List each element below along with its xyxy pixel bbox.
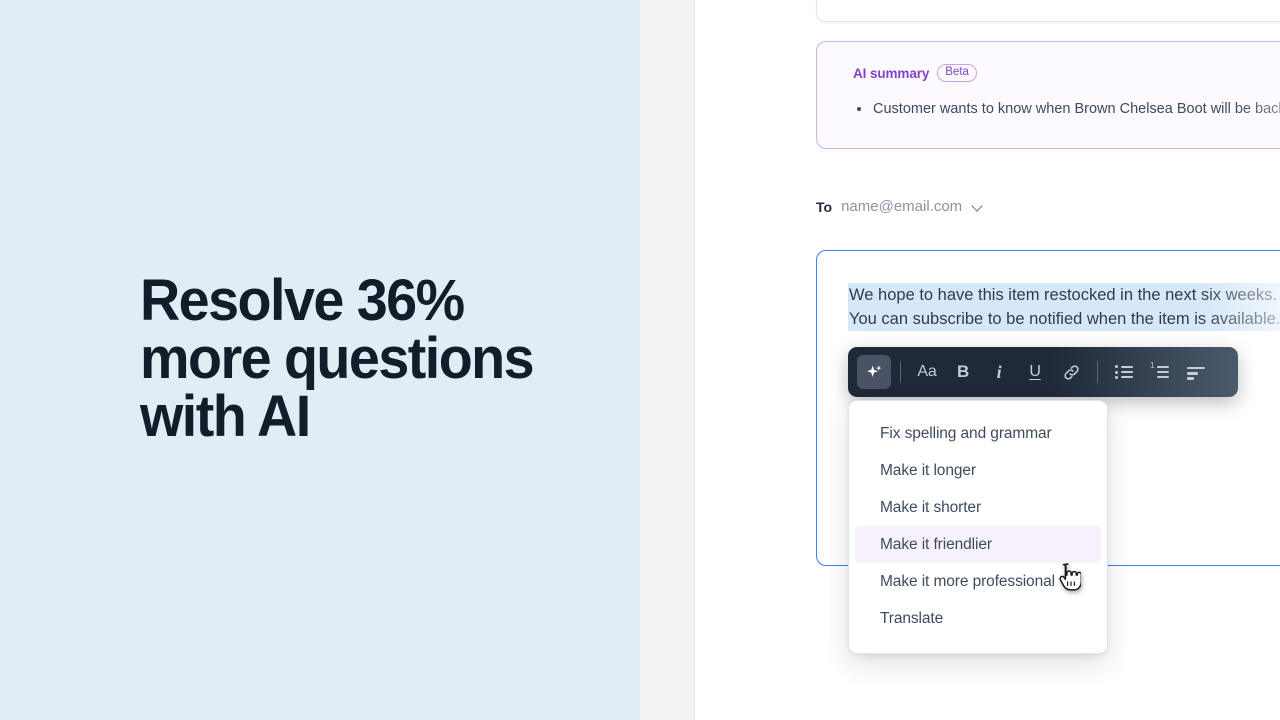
italic-icon: i: [996, 361, 1002, 382]
page-title: Resolve 36% more questions with AI: [140, 272, 562, 446]
menu-item-fix-spelling[interactable]: Fix spelling and grammar: [855, 415, 1101, 452]
conversation-panel: AI summary Beta Customer wants to know w…: [695, 0, 1280, 720]
numbered-list-icon: 1: [1150, 361, 1169, 379]
headline-line-2: more questions: [140, 326, 535, 391]
bold-button[interactable]: B: [946, 355, 980, 389]
list-item: Customer wants to know when Brown Chelse…: [853, 98, 1280, 120]
recipient-label: To: [816, 198, 833, 215]
headline-line-1: Resolve 36%: [140, 268, 465, 333]
recipient-value[interactable]: name@email.com: [841, 198, 962, 215]
link-icon: [1063, 364, 1079, 380]
ai-summary-bullet-list: Customer wants to know when Brown Chelse…: [853, 98, 1280, 120]
bulleted-list-button[interactable]: [1107, 355, 1141, 389]
menu-item-make-friendlier[interactable]: Make it friendlier: [855, 526, 1101, 563]
underline-button[interactable]: U: [1018, 355, 1052, 389]
toolbar-divider-2: [1097, 361, 1098, 383]
sparkle-icon: [866, 364, 881, 377]
hero-panel: Resolve 36% more questions with AI: [0, 0, 640, 720]
menu-item-make-shorter[interactable]: Make it shorter: [855, 489, 1101, 526]
numbered-list-button[interactable]: 1: [1143, 355, 1177, 389]
chevron-down-icon[interactable]: [972, 201, 983, 212]
align-left-icon: [1187, 366, 1205, 381]
link-button[interactable]: [1054, 355, 1088, 389]
align-button[interactable]: [1179, 355, 1213, 389]
menu-item-translate[interactable]: Translate: [855, 600, 1101, 637]
compose-line-2: You can subscribe to be notified when th…: [848, 307, 1280, 331]
compose-line-1: We hope to have this item restocked in t…: [848, 283, 1280, 307]
ai-actions-menu: Fix spelling and grammar Make it longer …: [848, 400, 1108, 654]
ai-summary-header: AI summary Beta: [853, 64, 977, 82]
beta-badge: Beta: [937, 64, 977, 82]
ai-summary-card: AI summary Beta Customer wants to know w…: [816, 41, 1280, 149]
bold-icon: B: [956, 362, 970, 381]
formatting-toolbar: Aa B i U 1: [848, 347, 1238, 397]
panel-gutter: [640, 0, 694, 720]
menu-item-make-more-professional[interactable]: Make it more professional: [855, 563, 1101, 600]
text-style-icon: Aa: [917, 363, 937, 380]
compose-selected-text[interactable]: We hope to have this item restocked in t…: [848, 283, 1280, 331]
toolbar-divider-1: [900, 361, 901, 383]
ai-assist-button[interactable]: [857, 355, 891, 389]
recipient-row: To name@email.com: [816, 198, 983, 215]
headline-line-3: with AI: [140, 384, 311, 449]
bulleted-list-icon: [1115, 365, 1133, 379]
numbered-list-digit: 1: [1150, 360, 1155, 370]
screenshot-stage: Resolve 36% more questions with AI AI su…: [0, 0, 1280, 720]
text-style-button[interactable]: Aa: [910, 355, 944, 389]
menu-item-make-longer[interactable]: Make it longer: [855, 452, 1101, 489]
message-card-partial: [816, 0, 1280, 22]
underline-icon: U: [1029, 363, 1041, 380]
italic-button[interactable]: i: [982, 355, 1016, 389]
ai-summary-title: AI summary: [853, 65, 930, 81]
